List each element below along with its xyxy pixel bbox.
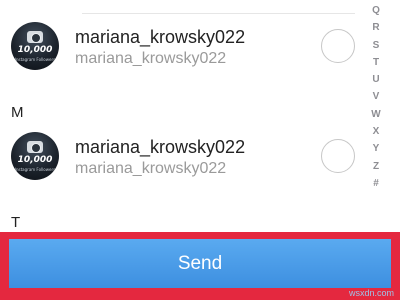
avatar-follower-count: 10,000 [17, 45, 53, 55]
select-contact-radio[interactable] [321, 139, 355, 173]
contact-fullname: mariana_krowsky022 [75, 50, 227, 67]
index-letter-r[interactable]: R [367, 19, 385, 36]
index-letter-v[interactable]: V [367, 88, 385, 105]
avatar: 10,000 Instagram Followers [11, 22, 59, 70]
index-letter-q[interactable]: Q [367, 2, 385, 19]
index-letter-s[interactable]: S [367, 37, 385, 54]
index-letter-u[interactable]: U [367, 71, 385, 88]
contact-username: mariana_krowsky022 [75, 27, 246, 47]
contact-row[interactable]: 10,000 Instagram Followers mariana_krows… [0, 126, 362, 186]
index-letter-y[interactable]: Y [367, 140, 385, 157]
avatar-subtext: Instagram Followers [14, 167, 56, 172]
index-letter-t[interactable]: T [367, 54, 385, 71]
avatar-subtext: Instagram Followers [14, 57, 56, 62]
camera-icon [27, 31, 43, 43]
index-letter-hash[interactable]: # [367, 175, 385, 192]
watermark: wsxdn.com [348, 288, 394, 298]
alphabet-index[interactable]: Q R S T U V W X Y Z # [367, 2, 385, 192]
avatar: 10,000 Instagram Followers [11, 132, 59, 180]
send-button[interactable]: Send [9, 239, 391, 288]
index-letter-x[interactable]: X [367, 123, 385, 140]
section-header-m: M [11, 104, 24, 121]
select-contact-radio[interactable] [321, 29, 355, 63]
contact-username: mariana_krowsky022 [75, 137, 246, 157]
top-divider [82, 13, 355, 14]
avatar-follower-count: 10,000 [17, 155, 53, 165]
section-header-t: T [11, 214, 21, 231]
contact-row[interactable]: 10,000 Instagram Followers mariana_krows… [0, 16, 362, 76]
contact-fullname: mariana_krowsky022 [75, 160, 227, 177]
index-letter-w[interactable]: W [367, 106, 385, 123]
index-letter-z[interactable]: Z [367, 158, 385, 175]
send-highlight-frame: Send [0, 232, 400, 300]
camera-icon [27, 141, 43, 153]
